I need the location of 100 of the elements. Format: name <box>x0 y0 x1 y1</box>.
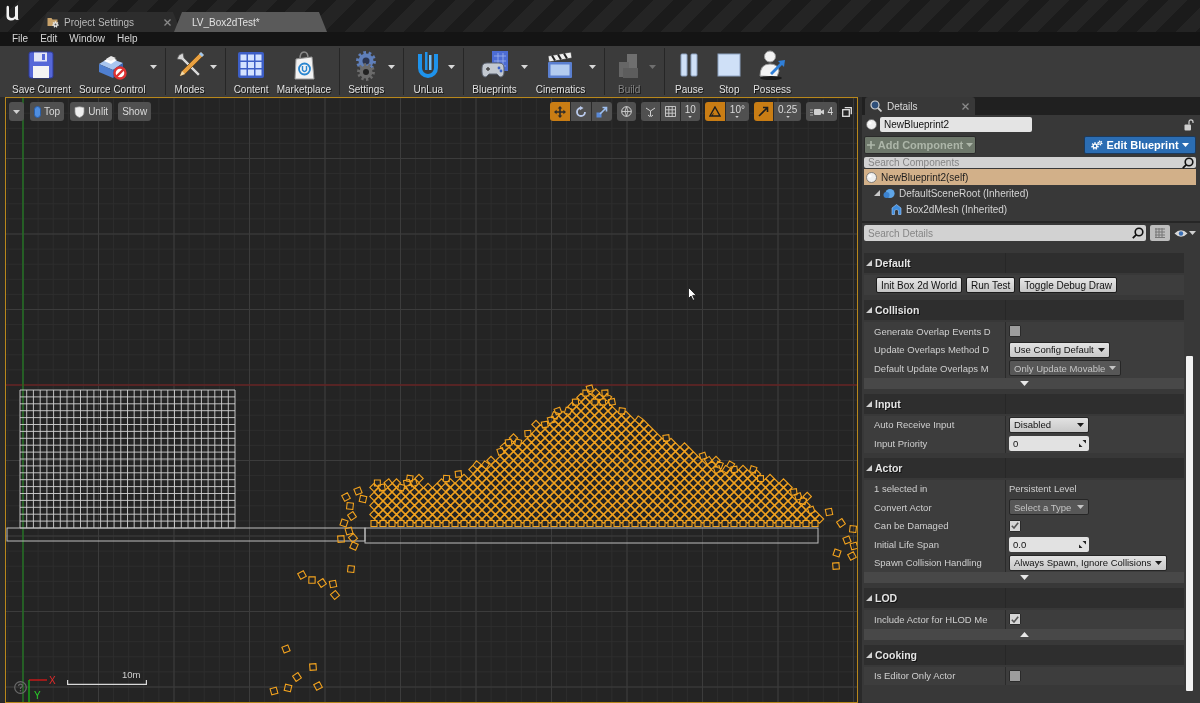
surface-snap-button[interactable] <box>640 102 660 121</box>
checkmark-icon <box>1011 522 1019 530</box>
advanced-toggle[interactable] <box>864 628 1184 640</box>
edit-blueprint-button[interactable]: Edit Blueprint <box>1084 136 1196 154</box>
checkbox[interactable] <box>1009 669 1021 682</box>
category-title: Collision <box>875 304 920 316</box>
drag-arrows-icon <box>1079 540 1086 548</box>
expand-arrow-icon[interactable] <box>866 464 872 471</box>
property-label: Spawn Collision Handling <box>874 557 982 569</box>
category-header[interactable]: Input <box>864 393 1184 414</box>
snap-toggle-button[interactable] <box>753 102 773 121</box>
viewport-menu-button[interactable] <box>9 102 24 121</box>
category-header[interactable]: Actor <box>864 457 1184 478</box>
close-icon[interactable] <box>164 18 171 26</box>
transform-tool-button[interactable] <box>591 102 612 121</box>
property-label: Input Priority <box>874 437 928 449</box>
toolbar-button[interactable]: Marketplace <box>274 48 334 95</box>
component-row[interactable]: NewBlueprint2(self) <box>864 169 1196 185</box>
category-header[interactable]: Default <box>864 253 1184 273</box>
gears-icon <box>1091 139 1104 151</box>
toolbar-button[interactable]: Possess <box>751 48 793 95</box>
caret-icon <box>1077 422 1084 427</box>
checkbox[interactable] <box>1009 613 1021 626</box>
category-header[interactable]: Collision <box>864 300 1184 320</box>
search-field[interactable]: Search Details <box>864 225 1146 241</box>
scrollbar-thumb[interactable] <box>1185 356 1193 691</box>
search-icon <box>1132 227 1144 239</box>
expand-arrow-icon[interactable] <box>866 400 872 407</box>
dropdown[interactable]: Always Spawn, Ignore Collisions <box>1009 554 1168 571</box>
menu-item[interactable]: Help <box>110 32 144 46</box>
toolbar-button[interactable]: Blueprints <box>470 48 530 95</box>
component-row[interactable]: DefaultSceneRoot (Inherited) <box>864 185 1196 201</box>
maximize-icon[interactable] <box>842 106 852 117</box>
snap-value-button[interactable]: 10 <box>680 102 700 121</box>
category-header[interactable]: LOD <box>864 588 1184 608</box>
toolbar-button[interactable]: Settings <box>346 48 398 95</box>
property-action-button[interactable]: Init Box 2d World <box>876 277 962 293</box>
scale-label: 10m <box>122 670 141 680</box>
magnifier-icon <box>870 100 882 112</box>
search-field[interactable]: Search Components <box>864 157 1196 168</box>
toolbar-button[interactable]: Source Control <box>76 48 159 95</box>
toolbar-button[interactable]: Pause <box>671 48 708 95</box>
coordinate-space-button[interactable] <box>616 102 636 121</box>
property-action-button[interactable]: Toggle Debug Draw <box>1019 277 1118 293</box>
caret-icon <box>1109 366 1117 371</box>
name-field[interactable]: NewBlueprint2 <box>880 117 1032 132</box>
grid-icon <box>664 106 676 117</box>
viewport-option-button[interactable]: Show <box>118 102 152 121</box>
property-label: Initial Life Span <box>874 538 939 550</box>
snap-toggle-button[interactable] <box>660 102 680 121</box>
engine-logo-icon <box>5 4 21 21</box>
toolbar-button[interactable]: UnLua <box>410 48 458 95</box>
category-title: Actor <box>875 461 903 474</box>
dropdown[interactable]: Disabled <box>1009 416 1089 433</box>
menu-item[interactable]: File <box>6 32 35 46</box>
toolbar-button[interactable]: Save Current <box>10 48 73 95</box>
menu-item[interactable]: Edit <box>34 32 64 46</box>
close-icon[interactable] <box>962 102 969 110</box>
transform-tool-button[interactable] <box>549 102 570 121</box>
camera-speed-button[interactable]: 4 <box>806 102 837 121</box>
snap-toggle-button[interactable] <box>704 102 725 121</box>
move-icon <box>553 105 566 118</box>
folder-gear-icon <box>47 16 59 28</box>
padlock-icon <box>1184 118 1194 131</box>
expand-arrow-icon[interactable] <box>866 595 872 601</box>
camera-icon <box>810 106 825 117</box>
advanced-toggle[interactable] <box>864 572 1184 583</box>
viewport-option-button[interactable]: Top <box>30 102 65 121</box>
toolbar-button[interactable]: Stop <box>711 48 748 95</box>
axis-label: X <box>49 676 56 686</box>
document-tab[interactable]: LV_Box2dTest* <box>174 12 327 32</box>
sphere-icon <box>866 119 877 130</box>
mouse-cursor-icon <box>688 287 697 301</box>
component-row[interactable]: Box2dMesh (Inherited) <box>864 201 1196 217</box>
caret-icon <box>1097 347 1105 352</box>
advanced-toggle[interactable] <box>864 377 1184 389</box>
expand-arrow-icon[interactable] <box>866 260 872 266</box>
expand-arrow-icon[interactable] <box>874 190 880 196</box>
viewport-option-button[interactable]: Unlit <box>70 102 113 121</box>
expand-arrow-icon[interactable] <box>866 651 872 658</box>
caret-icon <box>735 116 740 118</box>
expand-arrow-icon[interactable] <box>866 307 872 313</box>
axis-label: Y <box>34 691 41 701</box>
toolbar-button[interactable]: Content <box>231 48 271 95</box>
dropdown[interactable]: Use Config Default <box>1009 341 1110 358</box>
toolbar-button[interactable]: Modes <box>171 48 219 95</box>
snap-value-button[interactable]: 0.25 <box>773 102 802 121</box>
checkbox[interactable] <box>1009 519 1021 532</box>
drag-arrows-icon <box>1079 439 1086 447</box>
menu-item[interactable]: Window <box>63 32 111 46</box>
snap-value-button[interactable]: 10° <box>725 102 749 121</box>
checkbox[interactable] <box>1009 325 1021 338</box>
toolbar-button[interactable]: Cinematics <box>533 48 599 95</box>
property-action-button[interactable]: Run Test <box>965 277 1016 293</box>
number-field[interactable]: 0.0 <box>1009 536 1089 552</box>
details-tab[interactable]: Details <box>865 97 975 115</box>
number-field[interactable]: 0 <box>1009 435 1089 451</box>
caret-icon <box>1077 505 1084 510</box>
category-header[interactable]: Cooking <box>864 644 1184 665</box>
transform-tool-button[interactable] <box>570 102 591 121</box>
